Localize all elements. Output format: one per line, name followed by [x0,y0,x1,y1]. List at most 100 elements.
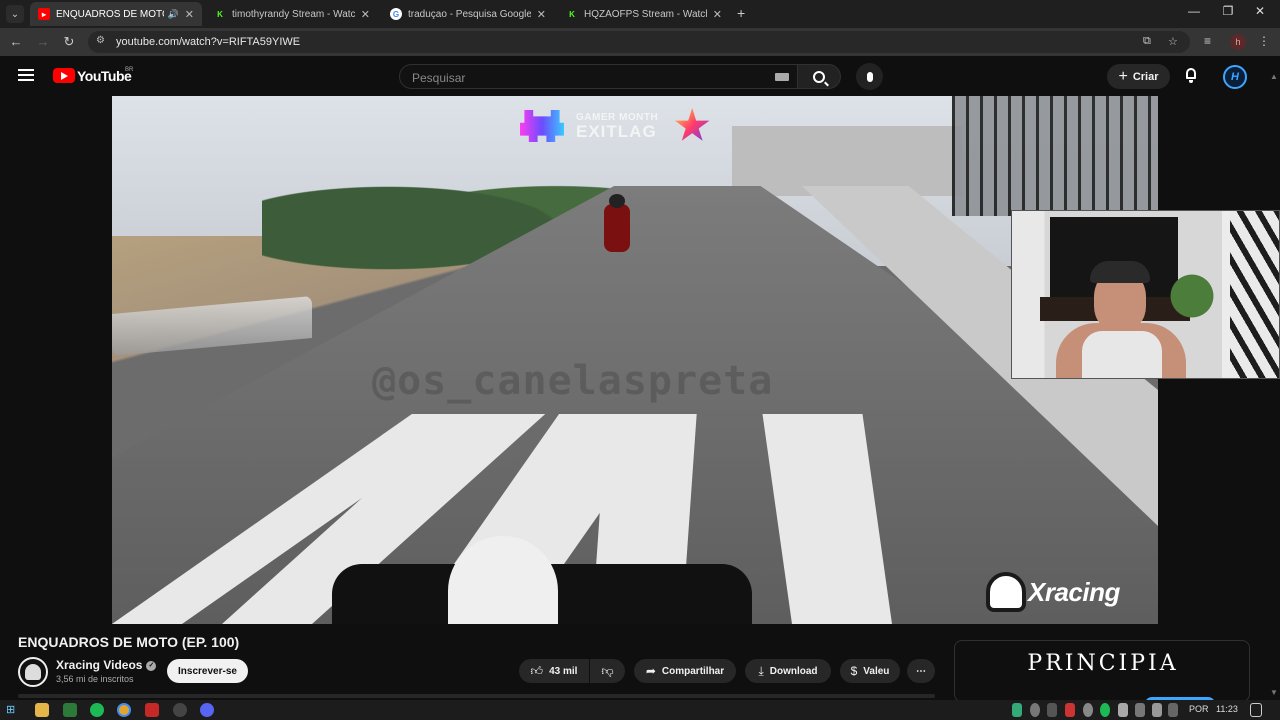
file-explorer-icon[interactable] [35,703,49,717]
like-count: 43 mil [549,665,578,677]
browser-menu-icon[interactable]: ⋮ [1258,34,1270,48]
url-text: youtube.com/watch?v=RIFTA59YIWE [116,36,301,48]
forward-icon[interactable]: → [34,34,52,49]
youtube-logo-icon[interactable] [53,68,75,83]
promo-title: PRINCIPIA [1027,651,1179,676]
spotify-tray-icon[interactable] [1100,703,1110,717]
obs-app-icon[interactable] [145,703,159,717]
close-tab-icon[interactable]: ✕ [537,8,546,21]
minimize-icon[interactable]: — [1179,4,1209,18]
tab-youtube-video[interactable]: ▸ ENQUADROS DE MOTO (EP. 🔊 ✕ [30,2,202,26]
chrome-icon[interactable] [117,703,131,717]
tray-app-icon[interactable] [1012,703,1022,717]
sidebar-promo-card[interactable]: PRINCIPIA [954,640,1250,702]
steam-icon[interactable] [173,703,187,717]
notification-center-icon[interactable] [1250,703,1262,717]
thanks-button[interactable]: $ Valeu [840,659,900,683]
search-icon [813,70,825,83]
create-label: Criar [1132,70,1159,83]
scrollbar-up-arrow[interactable]: ▲ [1270,72,1278,81]
share-button[interactable]: ➦ Compartilhar [634,659,736,683]
media-control-icon[interactable]: ≡ [1204,34,1211,48]
microphone-icon [866,71,873,82]
thumbs-up-icon: 👍︎ [530,663,544,678]
browser-toolbar: ← → ↻ ⚙ youtube.com/watch?v=RIFTA59YIWE … [0,28,1280,56]
tab-kick-hqzaofps[interactable]: K HQZAOFPS Stream - Watch Live ✕ [558,2,730,26]
tray-app-icon[interactable] [1030,703,1040,717]
search-placeholder: Pesquisar [412,71,466,85]
address-bar[interactable]: ⚙ youtube.com/watch?v=RIFTA59YIWE ⧉ ☆ [88,31,1190,53]
region-code: BR [125,67,134,73]
download-icon: ⤓ [758,663,764,678]
subscriber-count: 3,56 mi de inscritos [56,674,134,684]
voice-search-button[interactable] [856,63,883,90]
reload-icon[interactable]: ↻ [60,34,78,50]
tab-kick-timothyrandy[interactable]: K timothyrandy Stream - Watch L ✕ [206,2,378,26]
search-button[interactable] [797,64,841,89]
maximize-icon[interactable]: ❐ [1213,4,1243,18]
keyboard-icon[interactable] [775,73,789,81]
bookmark-star-icon[interactable]: ☆ [1168,35,1178,48]
browser-profile-avatar[interactable]: h [1230,34,1246,50]
tray-app-icon[interactable] [1065,703,1075,717]
microphone-tray-icon[interactable] [1118,703,1128,717]
video-player[interactable]: GAMER MONTH EXITLAG @os_canelaspreta Xra… [112,96,1158,624]
close-window-icon[interactable]: ✕ [1245,4,1275,18]
discord-icon[interactable] [200,703,214,717]
space-invader-icon [520,110,564,142]
dislike-button[interactable]: 👎︎ [590,659,625,683]
share-arrow-icon: ➦ [645,664,656,678]
youtube-logo-text[interactable]: YouTube [77,68,132,84]
windows-taskbar: ⊞ POR 11:23 [0,700,1280,720]
browser-tab-strip: ⌄ ▸ ENQUADROS DE MOTO (EP. 🔊 ✕ K timothy… [0,0,1280,28]
download-button[interactable]: ⤓ Download [745,659,831,683]
channel-watermark-logo: Xracing [986,572,1120,612]
channel-name[interactable]: Xracing Videos ✓ [56,658,157,672]
volume-icon[interactable] [1152,703,1162,717]
tab-search-menu[interactable]: ⌄ [6,5,24,23]
close-tab-icon[interactable]: ✕ [185,8,194,21]
notifications-bell-icon[interactable] [1184,68,1198,83]
scrollbar-down-arrow[interactable]: ▼ [1270,688,1278,697]
kick-icon: K [566,8,578,20]
new-tab-button[interactable]: + [737,5,745,21]
network-icon[interactable] [1135,703,1145,717]
kick-icon: K [214,8,226,20]
back-icon[interactable]: ← [7,34,25,49]
channel-avatar[interactable] [18,657,48,687]
spartan-helmet-icon [25,664,41,680]
search-input[interactable]: Pesquisar [399,64,798,89]
close-tab-icon[interactable]: ✕ [713,8,722,21]
motorcycle-ahead [604,194,630,252]
tray-app-icon[interactable] [1083,703,1093,717]
star-icon [674,108,710,141]
more-actions-button[interactable]: ⋯ [907,659,935,683]
subscribe-button[interactable]: Inscrever-se [167,659,248,683]
tab-google-search[interactable]: G traduçao - Pesquisa Google ✕ [382,2,554,26]
cast-icon[interactable]: ⧉ [1143,35,1151,48]
battery-icon[interactable] [1168,703,1178,717]
close-tab-icon[interactable]: ✕ [361,8,370,21]
clock[interactable]: 11:23 [1216,704,1238,714]
windows-start-icon[interactable]: ⊞ [6,703,20,717]
verified-check-icon: ✓ [146,660,157,671]
super-thanks-icon: $ [850,664,858,678]
description-box-edge [18,694,935,698]
like-button[interactable]: 👍︎ 43 mil [519,659,589,683]
google-icon: G [390,8,402,20]
input-language[interactable]: POR [1189,704,1209,714]
game-app-icon[interactable] [63,703,77,717]
webcam-overlay [1011,210,1280,379]
user-avatar[interactable]: H [1223,65,1247,89]
spotify-icon[interactable] [90,703,104,717]
menu-hamburger-icon[interactable] [18,69,34,81]
speaker-icon[interactable]: 🔊 [168,9,179,20]
site-info-icon[interactable]: ⚙ [96,35,105,46]
create-button[interactable]: + Criar [1107,64,1170,89]
tray-app-icon[interactable] [1047,703,1057,717]
thumbs-down-icon: 👎︎ [601,663,614,678]
video-title: ENQUADROS DE MOTO (EP. 100) [18,634,240,650]
youtube-icon: ▸ [38,8,50,20]
video-watermark: @os_canelaspreta [372,358,774,404]
youtube-header: YouTube BR Pesquisar + Criar H [0,56,1280,96]
